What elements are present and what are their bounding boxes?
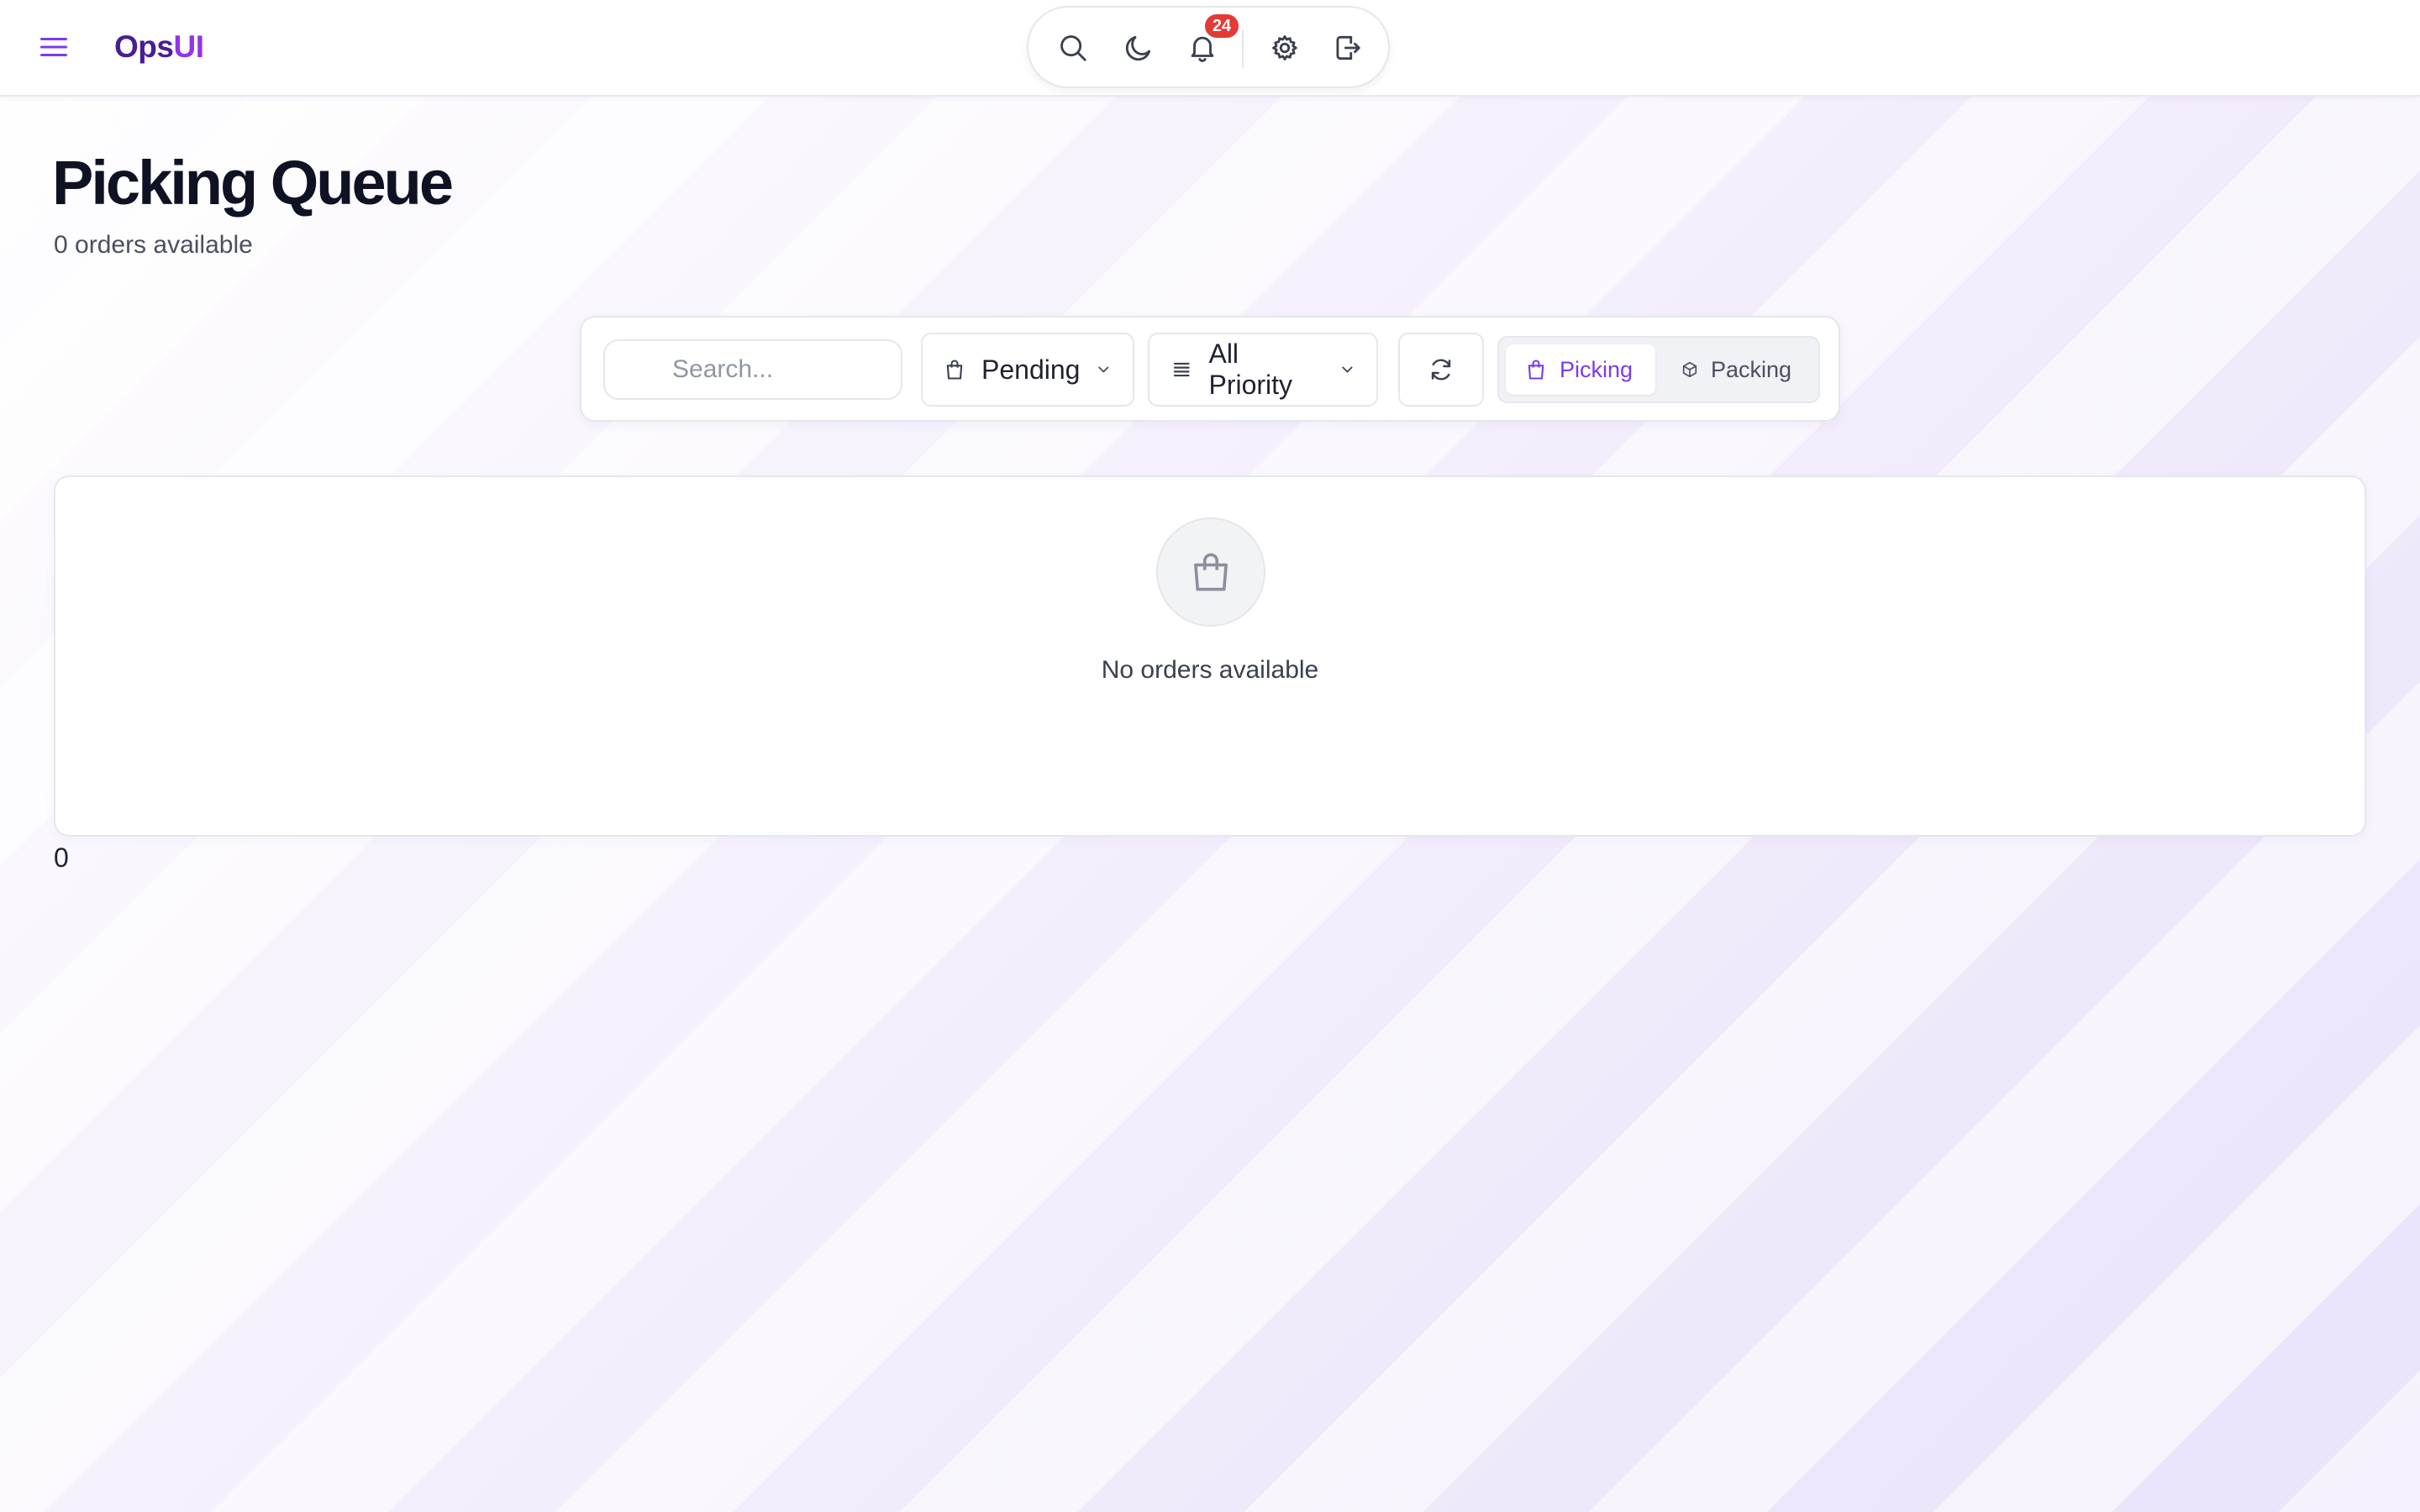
packing-view-button[interactable]: Packing: [1662, 344, 1810, 395]
status-dropdown-label: Pending: [981, 354, 1081, 385]
order-count: 0: [54, 843, 69, 873]
search-input[interactable]: [603, 339, 902, 400]
refresh-icon: [1431, 359, 1451, 381]
logo-text-ui: UI: [173, 29, 204, 64]
list-icon: [1173, 362, 1190, 377]
priority-dropdown-label: All Priority: [1208, 339, 1293, 400]
filter-bar: Pending All Priority Picking: [580, 316, 1840, 422]
settings-button[interactable]: [1265, 29, 1304, 67]
status-dropdown[interactable]: Pending: [921, 333, 1134, 407]
notification-badge: 24: [1203, 13, 1240, 39]
page-title: Picking Queue: [52, 148, 454, 218]
logout-button[interactable]: [1328, 29, 1366, 67]
view-mode-toggle: Picking Packing: [1497, 336, 1820, 403]
hamburger-icon: [40, 38, 67, 56]
picking-view-label: Picking: [1560, 356, 1634, 382]
logo-text-ops: Ops: [114, 29, 174, 64]
shopping-bag-icon: [1194, 553, 1228, 591]
package-icon: [1682, 361, 1697, 378]
chevron-down-icon: [1098, 366, 1109, 373]
refresh-button[interactable]: [1398, 333, 1484, 407]
picking-view-button[interactable]: Picking: [1506, 344, 1655, 395]
gear-icon: [1272, 35, 1297, 60]
logout-icon: [1336, 35, 1360, 60]
search-button[interactable]: [1054, 29, 1092, 67]
header-toolbar: 24: [1027, 6, 1390, 88]
moon-icon: [1125, 35, 1151, 61]
dark-mode-toggle[interactable]: [1119, 29, 1158, 67]
hamburger-menu-button[interactable]: [34, 30, 74, 64]
orders-card: No orders available: [54, 475, 2366, 837]
toolbar-divider: [1242, 29, 1244, 68]
top-header: OpsUI 24: [0, 0, 2420, 97]
empty-state-icon-circle: [1156, 517, 1265, 627]
page-subtitle: 0 orders available: [54, 231, 253, 259]
empty-state-message: No orders available: [1101, 656, 1319, 684]
priority-dropdown[interactable]: All Priority: [1148, 333, 1378, 407]
app-logo[interactable]: OpsUI: [114, 25, 204, 69]
packing-view-label: Packing: [1710, 356, 1791, 382]
shopping-bag-icon: [1528, 360, 1544, 380]
chevron-down-icon: [1342, 366, 1353, 373]
search-icon: [1060, 35, 1086, 61]
shopping-bag-icon: [946, 360, 963, 380]
